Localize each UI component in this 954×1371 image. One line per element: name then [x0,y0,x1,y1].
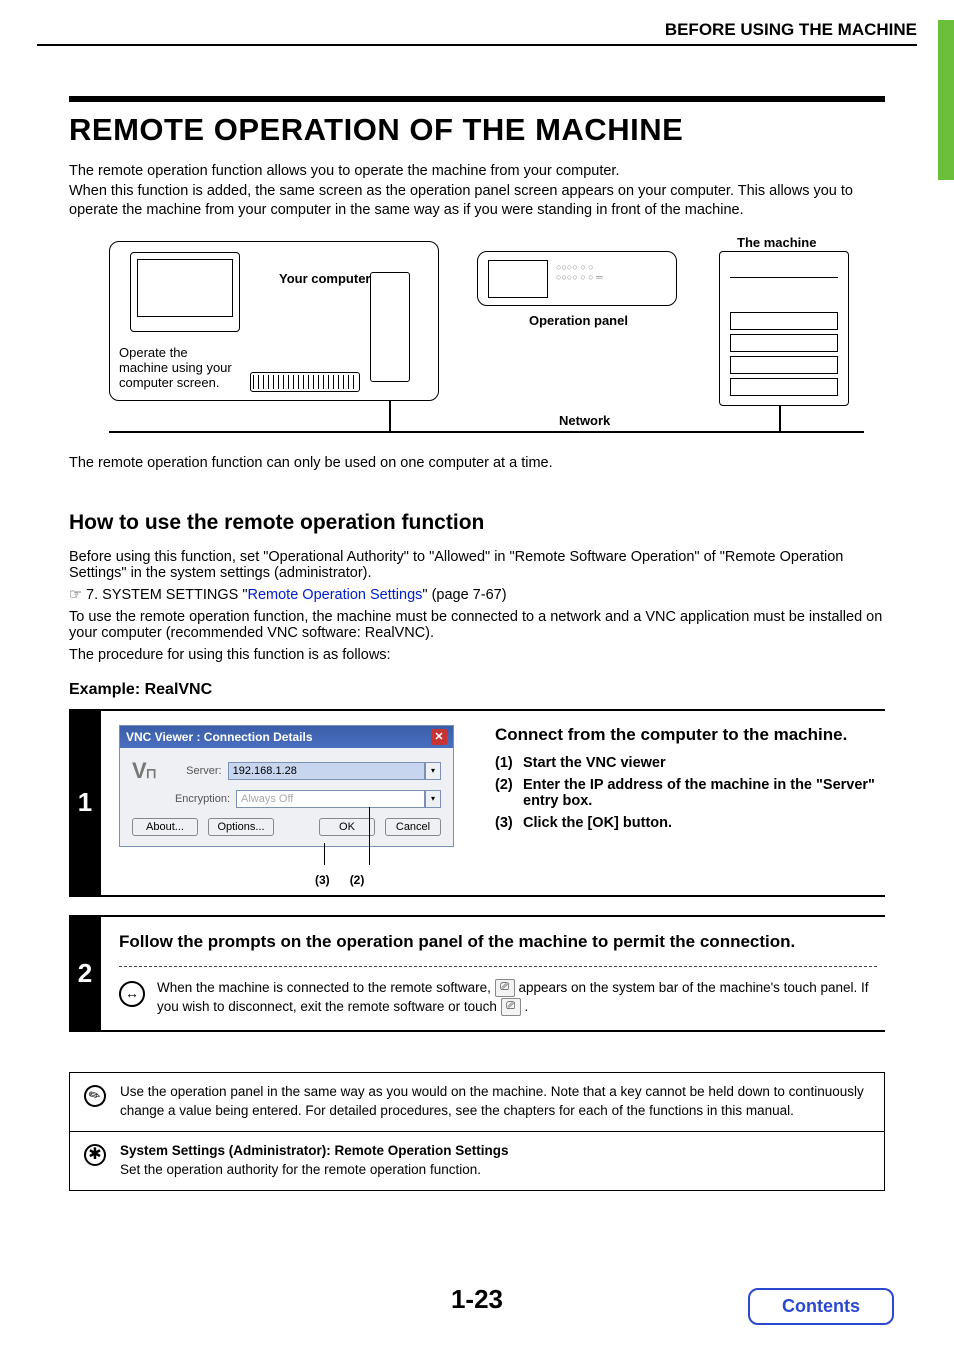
operate-note: Operate the machine using your computer … [119,345,239,390]
machine-box [719,251,849,406]
gear-icon [82,1142,108,1168]
pointer-line-3 [324,843,325,865]
ptr-2-label: (2) [350,873,365,887]
s1-i2-txt: Enter the IP address of the machine in t… [523,777,877,809]
net-drop-1 [389,401,391,431]
dashed-divider [119,966,877,967]
step-2-number: 2 [69,917,101,1031]
howto-xref: ☞ 7. SYSTEM SETTINGS "Remote Operation S… [69,587,885,603]
s1-i3-num: (3) [495,815,523,831]
step-2-block: 2 Follow the prompts on the operation pa… [69,915,885,1033]
tower-icon [370,272,410,382]
admin-settings-box: System Settings (Administrator): Remote … [69,1132,885,1191]
usage-note-box: ✎ Use the operation panel in the same wa… [69,1072,885,1132]
options-button[interactable]: Options... [208,818,274,836]
network-line [109,431,864,433]
remote-status-icon: ⎚ [495,979,515,997]
title-rule [69,96,885,102]
keyboard-icon [250,372,360,392]
your-computer-label: Your computer [279,271,371,286]
contents-button[interactable]: Contents [748,1288,894,1325]
encryption-label: Encryption: [170,793,230,805]
howto-p1: Before using this function, set "Operati… [69,549,885,581]
s1-i1-num: (1) [495,755,523,771]
s1-i3-txt: Click the [OK] button. [523,815,877,831]
s1-i1-txt: Start the VNC viewer [523,755,877,771]
ok-button[interactable]: OK [319,818,375,836]
vnc-dialog: VNC Viewer : Connection Details ✕ V⊓ Ser… [119,725,454,847]
step2-note-a: When the machine is connected to the rem… [157,980,495,995]
step2-note-c: . [524,999,528,1014]
step-1-number: 1 [69,711,101,895]
admin-settings-title: System Settings (Administrator): Remote … [120,1142,509,1161]
step1-heading: Connect from the computer to the machine… [495,725,877,745]
xref-prefix: ☞ 7. SYSTEM SETTINGS " [69,587,247,603]
vnc-titlebar: VNC Viewer : Connection Details ✕ [120,726,453,748]
server-dropdown-icon[interactable]: ▾ [425,762,441,780]
server-label: Server: [162,765,222,777]
step2-heading: Follow the prompts on the operation pane… [119,931,877,954]
remote-operation-diagram: Your computer Operate the machine using … [109,241,869,441]
network-label: Network [559,413,610,428]
operation-panel-label: Operation panel [529,313,628,328]
section-header: BEFORE USING THE MACHINE [37,20,917,46]
about-button[interactable]: About... [132,818,198,836]
howto-heading: How to use the remote operation function [69,511,885,535]
monitor-icon [130,252,240,332]
machine-label: The machine [737,235,816,250]
section-title: BEFORE USING THE MACHINE [665,20,917,39]
intro-paragraph: The remote operation function allows you… [69,162,885,221]
admin-settings-body: Set the operation authority for the remo… [120,1161,509,1180]
ptr-3-label: (3) [315,873,330,887]
remote-op-settings-link[interactable]: Remote Operation Settings [247,587,422,603]
remote-disconnect-icon[interactable]: ⎚ [501,998,521,1016]
net-drop-2 [779,406,781,431]
side-accent-bar [938,20,954,180]
page-title: REMOTE OPERATION OF THE MACHINE [69,112,885,148]
cancel-button[interactable]: Cancel [385,818,441,836]
xref-suffix: " (page 7-67) [422,587,506,603]
panel-keys-icon: ○○○○ ○ ○○○○○ ○ ○ ═ [556,262,603,282]
single-computer-note: The remote operation function can only b… [69,455,885,471]
close-icon[interactable]: ✕ [431,729,447,745]
panel-screen-icon [488,260,548,298]
step-1-block: 1 VNC Viewer : Connection Details ✕ V⊓ S… [69,709,885,897]
pencil-note-icon: ✎ [82,1083,108,1109]
pointer-line-2 [369,807,370,865]
howto-p2: To use the remote operation function, th… [69,609,885,641]
step2-note: When the machine is connected to the rem… [157,979,877,1017]
server-input[interactable] [228,762,425,780]
s1-i2-num: (2) [495,777,523,809]
encryption-input [236,790,425,808]
howto-p3: The procedure for using this function is… [69,647,885,663]
usage-note-text: Use the operation panel in the same way … [120,1083,872,1121]
example-heading: Example: RealVNC [69,681,885,699]
vnc-title-text: VNC Viewer : Connection Details [126,730,313,744]
operation-panel-box: ○○○○ ○ ○○○○○ ○ ○ ═ [477,251,677,306]
vnc-logo-icon: V⊓ [132,758,156,784]
encryption-dropdown-icon[interactable]: ▾ [425,790,441,808]
info-arrow-icon: ↔ [119,981,145,1007]
